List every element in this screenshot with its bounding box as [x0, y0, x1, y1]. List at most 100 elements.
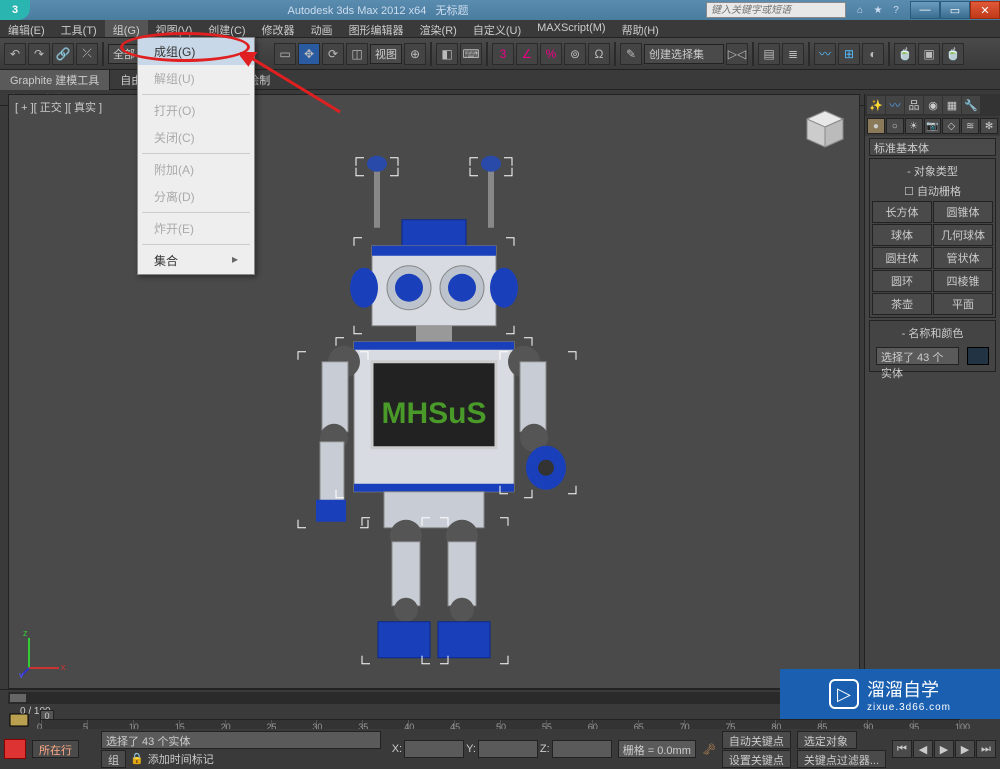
minimize-button[interactable]: — [910, 1, 940, 19]
menu-item-assembly[interactable]: 集合 [138, 247, 254, 274]
primitive-cone[interactable]: 圆锥体 [933, 201, 993, 223]
rollout-object-type[interactable]: - 对象类型 [872, 161, 993, 181]
viewcube[interactable] [801, 105, 849, 153]
viewport[interactable]: [ + ][ 正交 ][ 真实 ] [8, 94, 860, 689]
percent-snap-icon[interactable]: % [540, 43, 562, 65]
schematic-icon[interactable]: ⊞ [838, 43, 860, 65]
status-group-button[interactable]: 组 [101, 750, 126, 768]
menu-edit[interactable]: 编辑(E) [0, 20, 53, 37]
coord-y-input[interactable] [478, 740, 538, 758]
app-logo[interactable]: 3 [0, 0, 30, 20]
tab-modify-icon[interactable]: 〰 [886, 96, 904, 114]
primitive-pyramid[interactable]: 四棱锥 [933, 270, 993, 292]
robot-model[interactable]: MHSuS [244, 137, 624, 702]
cat-shapes-icon[interactable]: ○ [886, 118, 904, 134]
link-icon[interactable]: 🔗 [52, 43, 74, 65]
menu-rendering[interactable]: 渲染(R) [412, 20, 465, 37]
cat-spacewarps-icon[interactable]: ≋ [961, 118, 979, 134]
geometry-category-dropdown[interactable]: 标准基本体 [869, 138, 996, 156]
named-selset-dropdown[interactable]: 创建选择集 [644, 44, 724, 64]
angle-snap-icon[interactable]: ∠ [516, 43, 538, 65]
primitive-geosphere[interactable]: 几何球体 [933, 224, 993, 246]
menu-create[interactable]: 创建(C) [200, 20, 253, 37]
edged-icon[interactable]: Ω [588, 43, 610, 65]
primitive-box[interactable]: 长方体 [872, 201, 932, 223]
select-manip-icon[interactable]: ◧ [436, 43, 458, 65]
menu-group[interactable]: 组(G) [105, 20, 148, 37]
object-color-swatch[interactable] [967, 347, 989, 365]
menu-maxscript[interactable]: MAXScript(M) [529, 20, 613, 37]
layers-icon[interactable]: ≣ [782, 43, 804, 65]
key-filters-button[interactable]: 关键点过滤器... [797, 750, 886, 768]
coord-x-input[interactable] [404, 740, 464, 758]
snap-toggle-icon[interactable]: 3 [492, 43, 514, 65]
cat-geometry-icon[interactable]: ● [867, 118, 885, 134]
maxscript-mini-listener[interactable] [4, 739, 26, 759]
named-sel-edit-icon[interactable]: ✎ [620, 43, 642, 65]
cat-lights-icon[interactable]: ☀ [905, 118, 923, 134]
selection-lock-dropdown[interactable]: 选定对象 [797, 731, 857, 749]
undo-icon[interactable]: ↶ [4, 43, 26, 65]
set-key-button[interactable]: 设置关键点 [722, 750, 791, 768]
menu-help[interactable]: 帮助(H) [614, 20, 667, 37]
primitive-sphere[interactable]: 球体 [872, 224, 932, 246]
move-icon[interactable]: ✥ [298, 43, 320, 65]
rotate-icon[interactable]: ⟳ [322, 43, 344, 65]
keyboard-icon[interactable]: ⌨ [460, 43, 482, 65]
selection-filter-dropdown[interactable]: 全部 [108, 44, 140, 64]
render-icon[interactable]: 🍵 [942, 43, 964, 65]
help-icon[interactable]: ? [888, 3, 904, 17]
cat-systems-icon[interactable]: ✻ [980, 118, 998, 134]
primitive-plane[interactable]: 平面 [933, 293, 993, 315]
infocenter-icon[interactable]: ⌂ [852, 3, 868, 17]
spinner-snap-icon[interactable]: ⊚ [564, 43, 586, 65]
primitive-torus[interactable]: 圆环 [872, 270, 932, 292]
prev-frame-icon[interactable]: ◀ [913, 740, 933, 758]
primitive-cylinder[interactable]: 圆柱体 [872, 247, 932, 269]
star-icon[interactable]: ★ [870, 3, 886, 17]
goto-start-icon[interactable]: ⏮ [892, 740, 912, 758]
menu-item-group[interactable]: 成组(G) [138, 38, 254, 65]
next-frame-icon[interactable]: ▶ [955, 740, 975, 758]
material-editor-icon[interactable]: ◐ [862, 43, 884, 65]
select-icon[interactable]: ▭ [274, 43, 296, 65]
redo-icon[interactable]: ↷ [28, 43, 50, 65]
ref-coord-dropdown[interactable]: 视图 [370, 44, 402, 64]
menu-grapheditors[interactable]: 图形编辑器 [341, 20, 412, 37]
add-time-tag[interactable]: 添加时间标记 [148, 751, 214, 767]
object-name-field[interactable]: 选择了 43 个实体 [876, 347, 959, 365]
auto-key-button[interactable]: 自动关键点 [722, 731, 791, 749]
tab-display-icon[interactable]: ▦ [943, 96, 961, 114]
coord-z-input[interactable] [552, 740, 612, 758]
viewport-label[interactable]: [ + ][ 正交 ][ 真实 ] [15, 99, 102, 115]
mirror-icon[interactable]: ▷◁ [726, 43, 748, 65]
menu-customize[interactable]: 自定义(U) [465, 20, 529, 37]
menu-tools[interactable]: 工具(T) [53, 20, 105, 37]
menu-view[interactable]: 视图(V) [148, 20, 201, 37]
lock-icon[interactable]: 🔒 [130, 752, 144, 765]
curve-editor-icon[interactable]: 〰 [814, 43, 836, 65]
tab-hierarchy-icon[interactable]: 品 [905, 96, 923, 114]
menu-animation[interactable]: 动画 [303, 20, 341, 37]
timeline-key-icon[interactable] [8, 712, 32, 730]
scale-icon[interactable]: ◫ [346, 43, 368, 65]
maximize-button[interactable]: ▭ [940, 1, 970, 19]
render-setup-icon[interactable]: 🍵 [894, 43, 916, 65]
ribbon-tab-modeling[interactable]: Graphite 建模工具 [0, 70, 110, 90]
tab-utilities-icon[interactable]: 🔧 [962, 96, 980, 114]
render-frame-icon[interactable]: ▣ [918, 43, 940, 65]
key-icon[interactable]: 🗝 [702, 743, 716, 756]
align-icon[interactable]: ▤ [758, 43, 780, 65]
rollout-name-color[interactable]: - 名称和颜色 [872, 323, 993, 343]
menu-modifiers[interactable]: 修改器 [254, 20, 303, 37]
autogrid-checkbox[interactable]: ☐ 自动栅格 [872, 181, 993, 201]
help-search-input[interactable] [706, 2, 846, 18]
close-button[interactable]: ✕ [970, 1, 1000, 19]
tab-motion-icon[interactable]: ◉ [924, 96, 942, 114]
goto-end-icon[interactable]: ⏭ [976, 740, 996, 758]
cat-cameras-icon[interactable]: 📷 [924, 118, 942, 134]
unlink-icon[interactable]: ⤫ [76, 43, 98, 65]
primitive-tube[interactable]: 管状体 [933, 247, 993, 269]
tab-create-icon[interactable]: ✨ [867, 96, 885, 114]
primitive-teapot[interactable]: 茶壶 [872, 293, 932, 315]
